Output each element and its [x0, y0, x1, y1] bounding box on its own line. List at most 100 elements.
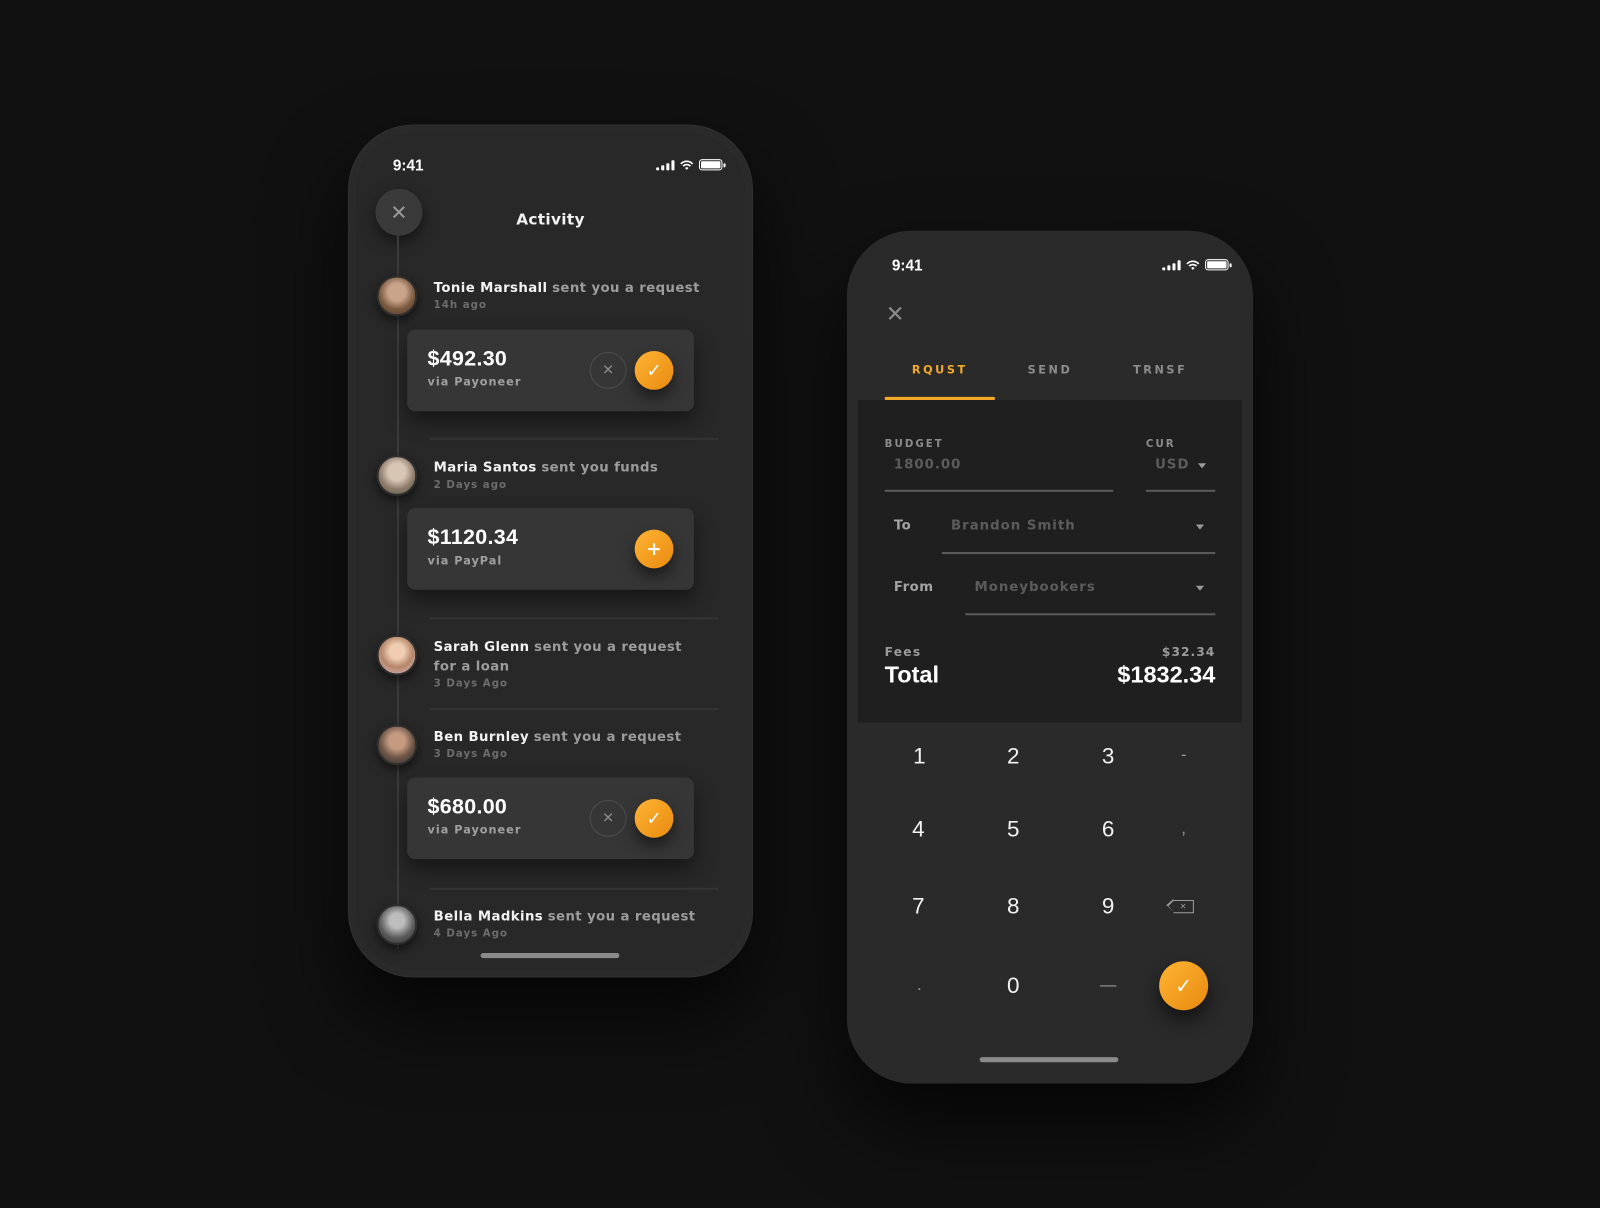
avatar [376, 455, 418, 496]
key-6[interactable]: 6 [1067, 799, 1149, 860]
backspace-icon: ✕ [1166, 898, 1194, 913]
key-2[interactable]: 2 [972, 726, 1054, 787]
tab-bar: RQUST SEND TRNSF [884, 353, 1216, 400]
payment-method: via Payoneer [427, 823, 522, 837]
check-icon: ✓ [646, 359, 662, 382]
key-decimal[interactable]: . [879, 955, 961, 1016]
avatar [376, 275, 418, 317]
divider [429, 708, 719, 711]
activity-screen: 9:41 ✕ Activity Tonie Marshall sent you … [356, 132, 745, 970]
budget-underline [884, 489, 1114, 492]
fees-value: $32.34 [1161, 644, 1216, 660]
backspace-button[interactable]: ✕ [1143, 876, 1225, 937]
currency-value: USD [1155, 457, 1190, 473]
sender-name: Maria Santos [433, 460, 537, 476]
signal-icon [656, 159, 675, 170]
accept-button[interactable]: ✓ [634, 798, 674, 838]
close-icon: ✕ [602, 362, 615, 379]
budget-label: BUDGET [884, 438, 944, 450]
transfer-phone: 9:41 ✕ RQUST SEND TRNSF BUDGET 1800.00 C… [846, 230, 1254, 1084]
total-label: Total [884, 661, 940, 688]
activity-action: sent you funds [541, 460, 659, 476]
divider [429, 437, 719, 440]
key-4[interactable]: 4 [878, 799, 960, 860]
amount-value: $680.00 [427, 794, 508, 819]
status-bar: 9:41 [356, 155, 745, 177]
sender-name: Tonie Marshall [433, 280, 548, 296]
key-3[interactable]: 3 [1067, 726, 1149, 787]
decline-button[interactable]: ✕ [589, 799, 627, 837]
status-bar: 9:41 [847, 255, 1253, 277]
close-button[interactable]: ✕ [886, 304, 905, 326]
amount-card: $680.00 via Payoneer ✕ ✓ [407, 777, 694, 860]
activity-time: 14h ago [433, 299, 488, 312]
to-label: To [893, 518, 912, 534]
tab-send[interactable]: SEND [995, 353, 1105, 400]
page-title: Activity [516, 210, 585, 229]
key-minus[interactable]: - [1143, 726, 1225, 787]
transfer-form: BUDGET 1800.00 CUR USD To Brandon Smith [858, 399, 1242, 723]
from-underline [965, 613, 1216, 616]
timeline-line [396, 234, 399, 949]
activity-time: 4 Days Ago [433, 928, 509, 940]
from-value: Moneybookers [974, 579, 1096, 595]
plus-icon: + [646, 538, 662, 560]
battery-icon [698, 159, 726, 171]
key-dash[interactable]: — [1067, 955, 1149, 1016]
to-value: Brandon Smith [951, 518, 1076, 534]
amount-value: $492.30 [427, 346, 508, 371]
activity-action: sent you a request [533, 729, 682, 745]
decline-button[interactable]: ✕ [589, 352, 627, 389]
activity-time: 2 Days ago [433, 479, 508, 491]
key-8[interactable]: 8 [972, 876, 1054, 937]
battery-icon [1205, 259, 1232, 271]
key-comma[interactable]: , [1143, 799, 1225, 860]
to-underline [941, 552, 1216, 555]
numeric-keypad: 1 2 3 - 4 5 6 , 7 8 9 ✕ . 0 — ✓ [871, 731, 1228, 1047]
key-1[interactable]: 1 [879, 726, 961, 787]
sender-name: Bella Madkins [433, 909, 544, 925]
check-icon: ✓ [1175, 973, 1193, 998]
status-icons [656, 159, 726, 171]
activity-action: sent you a request [552, 280, 700, 296]
activity-time: 3 Days Ago [433, 748, 509, 761]
accept-button[interactable]: ✓ [634, 351, 674, 390]
transfer-screen: 9:41 ✕ RQUST SEND TRNSF BUDGET 1800.00 C… [846, 230, 1254, 1084]
status-icons [1162, 259, 1232, 271]
activity-time: 3 Days Ago [433, 678, 509, 690]
currency-underline [1145, 489, 1216, 492]
budget-value: 1800.00 [893, 457, 962, 473]
avatar [376, 904, 418, 945]
wifi-icon [680, 160, 694, 170]
key-7[interactable]: 7 [878, 876, 960, 937]
signal-icon [1162, 259, 1181, 270]
wifi-icon [1186, 260, 1200, 270]
from-label: From [893, 579, 934, 595]
close-icon: ✕ [602, 810, 615, 827]
currency-label: CUR [1145, 438, 1176, 450]
avatar [376, 634, 418, 676]
tab-transfer[interactable]: TRNSF [1105, 353, 1215, 400]
key-9[interactable]: 9 [1067, 876, 1149, 937]
amount-value: $1120.34 [427, 525, 519, 549]
home-indicator[interactable] [480, 953, 620, 959]
sender-name: Ben Burnley [433, 729, 530, 745]
key-0[interactable]: 0 [972, 955, 1054, 1016]
divider [429, 617, 719, 620]
chevron-down-icon [1195, 585, 1205, 591]
check-icon: ✓ [646, 807, 662, 830]
confirm-button[interactable]: ✓ [1159, 961, 1209, 1011]
add-button[interactable]: + [634, 529, 674, 569]
activity-action: sent you a request [547, 909, 696, 925]
home-indicator[interactable] [979, 1057, 1119, 1063]
payment-method: via Payoneer [427, 375, 522, 389]
activity-phone: 9:41 ✕ Activity Tonie Marshall sent you … [347, 124, 754, 978]
tab-request[interactable]: RQUST [884, 353, 995, 400]
divider [429, 887, 719, 890]
fees-label: Fees [884, 644, 922, 660]
avatar [376, 724, 418, 766]
close-icon: ✕ [885, 302, 905, 328]
key-5[interactable]: 5 [972, 799, 1054, 860]
chevron-down-icon [1195, 524, 1205, 530]
status-time: 9:41 [891, 257, 923, 275]
